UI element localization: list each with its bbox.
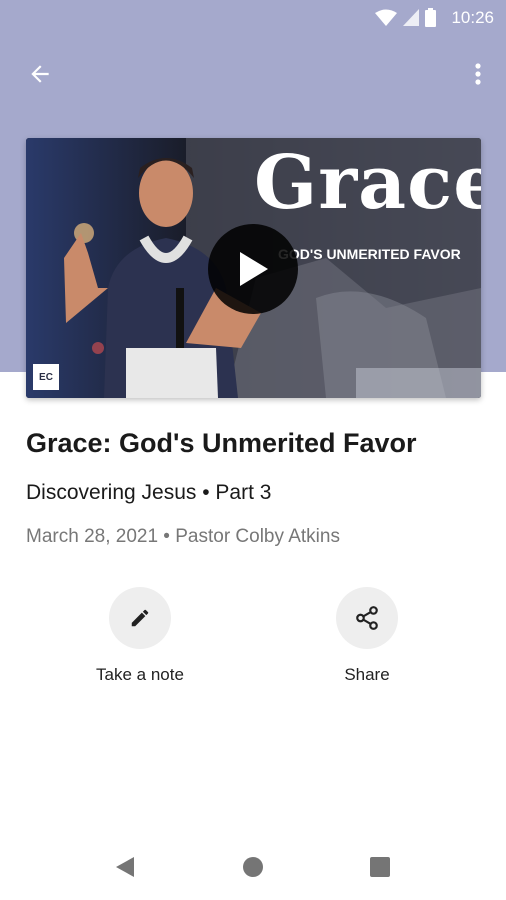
take-note-label: Take a note [96,665,184,684]
take-note-icon-circle [109,587,171,649]
sermon-title: Grace: God's Unmerited Favor [26,428,417,458]
wifi-icon [375,9,397,26]
nav-home-circle-icon [243,857,263,877]
sermon-series: Discovering Jesus • Part 3 [26,481,272,504]
nav-recents-button[interactable] [367,854,393,880]
system-nav-bar [0,832,506,900]
video-overlay-title: Grace [254,140,481,226]
share-label: Share [344,665,390,684]
nav-home-button[interactable] [240,854,266,880]
sermon-meta: March 28, 2021 • Pastor Colby Atkins [26,526,340,547]
play-button[interactable] [208,224,298,314]
play-icon [240,252,268,286]
share-button[interactable]: Share [297,587,437,685]
video-player[interactable]: Grace GOD'S UNMERITED FAVOR EC [26,138,481,398]
status-time: 10:26 [451,8,494,27]
church-logo: EC [33,364,59,390]
share-icon-circle [336,587,398,649]
battery-icon [425,8,436,27]
toolbar [0,50,506,98]
more-options-button[interactable] [466,58,490,90]
take-note-button[interactable]: Take a note [70,587,210,685]
pencil-icon [131,609,149,627]
cell-signal-icon [403,8,419,26]
nav-back-triangle-icon [116,857,134,877]
arrow-back-icon [31,65,49,83]
status-icons [375,8,436,27]
nav-back-button[interactable] [112,854,138,880]
share-icon [356,606,378,630]
status-bar: 10:26 [0,0,506,36]
video-overlay-subtitle: GOD'S UNMERITED FAVOR [278,246,461,262]
more-vert-icon [475,63,481,85]
back-button[interactable] [22,58,58,90]
nav-recents-square-icon [370,857,390,877]
